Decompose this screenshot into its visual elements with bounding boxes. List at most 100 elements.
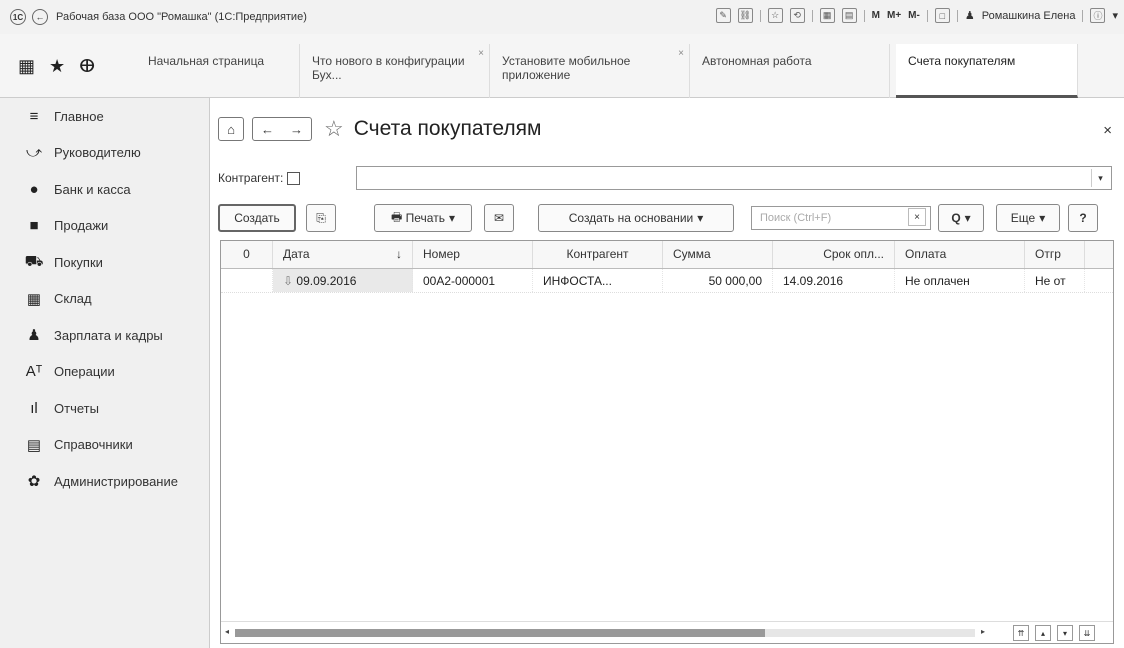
link-icon[interactable]: ⛓: [737, 8, 753, 23]
search-clear-button[interactable]: ×: [908, 208, 926, 226]
separator: [759, 9, 761, 22]
sidebar-item-main[interactable]: ≡ Главное: [0, 98, 209, 135]
sidebar-item-label: Продажи: [54, 218, 109, 234]
create-based-on-button[interactable]: Создать на основании ▾: [538, 204, 734, 232]
cell-attach: [221, 269, 273, 292]
memory-mminus-button[interactable]: M-: [908, 10, 920, 21]
sidebar-item-catalogs[interactable]: ▤ Справочники: [0, 427, 209, 464]
window-title: Рабочая база ООО "Ромашка" (1С:Предприят…: [56, 11, 307, 23]
cell-date-value: 09.09.2016: [296, 274, 357, 288]
user-icon: ♟: [964, 10, 975, 22]
counterparty-checkbox[interactable]: [287, 171, 301, 185]
favorite-star-icon[interactable]: ☆: [324, 116, 344, 142]
calendar-icon[interactable]: ▦: [819, 8, 835, 23]
scrollbar-track[interactable]: [235, 629, 975, 637]
info-icon[interactable]: ⓘ: [1090, 8, 1106, 23]
more-button[interactable]: Еще ▾: [996, 204, 1060, 232]
sales-icon: ■: [29, 217, 39, 235]
next-row-icon[interactable]: ▾: [1057, 625, 1073, 641]
memory-mplus-button[interactable]: M+: [887, 10, 901, 21]
tab-label: Автономная работа: [702, 54, 812, 68]
separator: [926, 9, 928, 22]
sidebar-item-sales[interactable]: ■ Продажи: [0, 208, 209, 245]
tab-home[interactable]: Начальная страница: [136, 44, 300, 98]
sidebar-item-label: Главное: [54, 108, 104, 124]
chevron-down-icon: ▾: [448, 211, 455, 225]
window-icon[interactable]: □: [934, 8, 950, 23]
tab-close-icon[interactable]: ×: [678, 47, 684, 61]
apps-grid-icon[interactable]: ▦: [18, 56, 35, 77]
tab-offline-work[interactable]: Автономная работа: [690, 44, 890, 98]
sidebar-item-reports[interactable]: ıl Отчеты: [0, 390, 209, 427]
back-icon[interactable]: ←: [32, 9, 48, 25]
sidebar-item-payroll[interactable]: ♟ Зарплата и кадры: [0, 317, 209, 354]
column-payment[interactable]: Оплата: [895, 241, 1025, 268]
back-button[interactable]: ←: [261, 122, 274, 137]
chevron-down-icon[interactable]: ▾: [1091, 169, 1109, 187]
column-sum[interactable]: Сумма: [663, 241, 773, 268]
sidebar-item-operations[interactable]: Aᵀ Операции: [0, 354, 209, 391]
search-input[interactable]: Поиск (Ctrl+F): [751, 206, 931, 230]
favorites-star-icon[interactable]: ★: [49, 56, 65, 77]
history-icon[interactable]: ⟲: [789, 8, 805, 23]
tab-label: Счета покупателям: [908, 54, 1016, 68]
copy-button[interactable]: ⎘: [306, 204, 336, 232]
create-button[interactable]: Создать: [218, 204, 296, 232]
column-counterparty[interactable]: Контрагент: [533, 241, 663, 268]
calc-icon[interactable]: ▤: [841, 8, 857, 23]
invoices-table: 0 Дата ↓ Номер Контрагент Сумма Срок опл…: [220, 240, 1114, 644]
chevron-down-icon: ▾: [697, 211, 704, 225]
email-button[interactable]: ✉: [484, 204, 514, 232]
search-icon: Q: [951, 211, 961, 225]
menu-icon: ≡: [29, 107, 39, 125]
table-row[interactable]: ⇩ 09.09.2016 00А2-000001 ИНФОСТА... 50 0…: [221, 269, 1113, 293]
cell-shipment: Не от: [1025, 269, 1085, 292]
scrollbar-thumb[interactable]: [235, 629, 765, 637]
sidebar-item-admin[interactable]: ✿ Администрирование: [0, 463, 209, 500]
horizontal-scrollbar[interactable]: ◂ ▸ ⇈ ▴ ▾ ⇊: [221, 621, 1113, 643]
home-button[interactable]: ⌂: [218, 117, 244, 141]
tab-customer-invoices[interactable]: Счета покупателям: [896, 44, 1078, 98]
print-label: Печать: [405, 211, 445, 225]
help-button[interactable]: ?: [1068, 204, 1098, 232]
prev-row-icon[interactable]: ▴: [1035, 625, 1051, 641]
search-button[interactable]: Q ▾: [938, 204, 984, 232]
user-name[interactable]: Ромашкина Елена: [982, 10, 1076, 22]
column-label: Дата: [283, 247, 310, 261]
column-due-date[interactable]: Срок опл...: [773, 241, 895, 268]
column-shipment[interactable]: Отгр: [1025, 241, 1085, 268]
history-icon[interactable]: ⴲ: [79, 56, 95, 77]
tab-close-icon[interactable]: ×: [478, 47, 484, 61]
first-row-icon[interactable]: ⇈: [1013, 625, 1029, 641]
sidebar-item-bank[interactable]: ● Банк и касса: [0, 171, 209, 208]
favorites-icon[interactable]: ☆: [767, 8, 783, 23]
sidebar-item-purchases[interactable]: ⛟ Покупки: [0, 244, 209, 281]
print-button[interactable]: 🖶 Печать ▾: [374, 204, 472, 232]
separator: [863, 9, 865, 22]
close-icon[interactable]: ×: [1103, 122, 1112, 139]
app-logo-icon[interactable]: 1С: [10, 9, 26, 25]
warehouse-icon: ▦: [26, 290, 42, 308]
last-row-icon[interactable]: ⇊: [1079, 625, 1095, 641]
chevron-down-icon[interactable]: ▾: [1112, 9, 1118, 22]
titlebar-tools: ✎ ⛓ ☆ ⟲ ▦ ▤ M M+ M- □ ♟ Ромашкина Елена …: [715, 8, 1118, 23]
cell-sum: 50 000,00: [663, 269, 773, 292]
memory-m-button[interactable]: M: [872, 10, 880, 21]
tab-mobile-app[interactable]: Установите мобильное приложение ×: [490, 44, 690, 98]
tab-whats-new[interactable]: Что нового в конфигурации Бух... ×: [300, 44, 490, 98]
cell-counterparty: ИНФОСТА...: [533, 269, 663, 292]
scroll-left-icon[interactable]: ◂: [225, 627, 229, 636]
sidebar-item-label: Склад: [54, 291, 92, 307]
forward-button[interactable]: →: [290, 122, 303, 137]
column-number[interactable]: Номер: [413, 241, 533, 268]
sidebar-item-manager[interactable]: ⤻ Руководителю: [0, 135, 209, 172]
edit-icon[interactable]: ✎: [715, 8, 731, 23]
column-attach[interactable]: 0: [221, 241, 273, 268]
chevron-down-icon: ▾: [964, 211, 971, 225]
home-icon: ⌂: [227, 121, 235, 137]
column-date[interactable]: Дата ↓: [273, 241, 413, 268]
sidebar-item-warehouse[interactable]: ▦ Склад: [0, 281, 209, 318]
scroll-right-icon[interactable]: ▸: [981, 627, 985, 636]
counterparty-field[interactable]: ▾: [356, 166, 1112, 190]
sidebar-item-label: Покупки: [54, 254, 103, 270]
